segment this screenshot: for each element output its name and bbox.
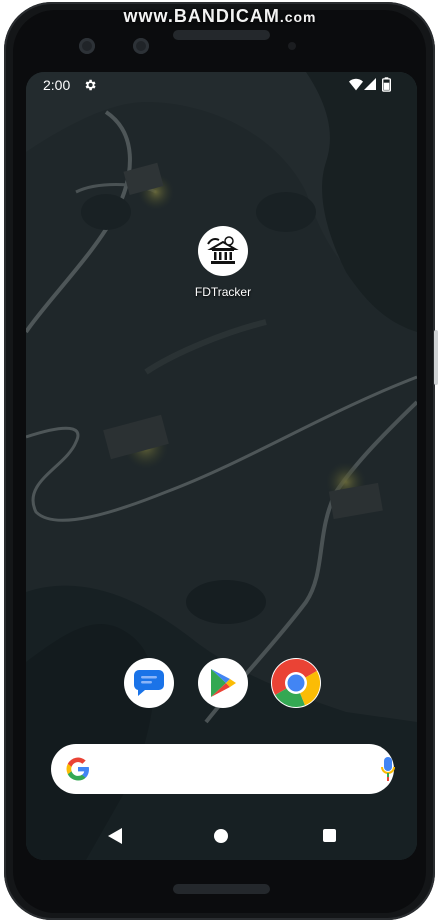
clock: 2:00 <box>43 77 71 93</box>
app-fdtracker[interactable]: FDTracker <box>190 226 256 299</box>
watermark: www.BANDICAM.com <box>0 6 440 27</box>
proximity-sensor <box>288 42 296 50</box>
messages-icon <box>133 670 164 696</box>
home-icon[interactable] <box>214 829 228 843</box>
watermark-text: www.BANDICAM <box>123 6 280 26</box>
chrome-icon <box>271 659 321 708</box>
google-search-bar[interactable] <box>51 744 395 794</box>
earpiece-speaker <box>173 30 270 40</box>
app-label: FDTracker <box>194 285 252 299</box>
microphone-icon[interactable] <box>381 756 395 782</box>
messages-app[interactable] <box>124 658 174 708</box>
bottom-speaker <box>173 884 270 894</box>
back-icon[interactable] <box>108 828 122 844</box>
wifi-icon <box>349 78 363 91</box>
front-sensor-icon <box>133 38 149 54</box>
wallpaper <box>26 72 417 860</box>
chrome-app[interactable] <box>271 658 321 708</box>
fdtracker-bank-icon <box>198 226 248 276</box>
watermark-suffix: .com <box>279 9 317 25</box>
home-screen: 2:00 FDTracker <box>26 72 417 860</box>
recents-icon[interactable] <box>323 829 336 842</box>
battery-icon <box>382 77 391 92</box>
cell-signal-icon <box>364 78 376 90</box>
status-bar: 2:00 <box>26 72 417 98</box>
front-camera-icon <box>79 38 95 54</box>
play-store-icon <box>211 669 236 697</box>
settings-icon <box>85 79 96 91</box>
navigation-bar <box>26 814 417 860</box>
play-store-app[interactable] <box>198 658 248 708</box>
google-g-icon <box>66 757 89 781</box>
side-button <box>434 330 438 385</box>
